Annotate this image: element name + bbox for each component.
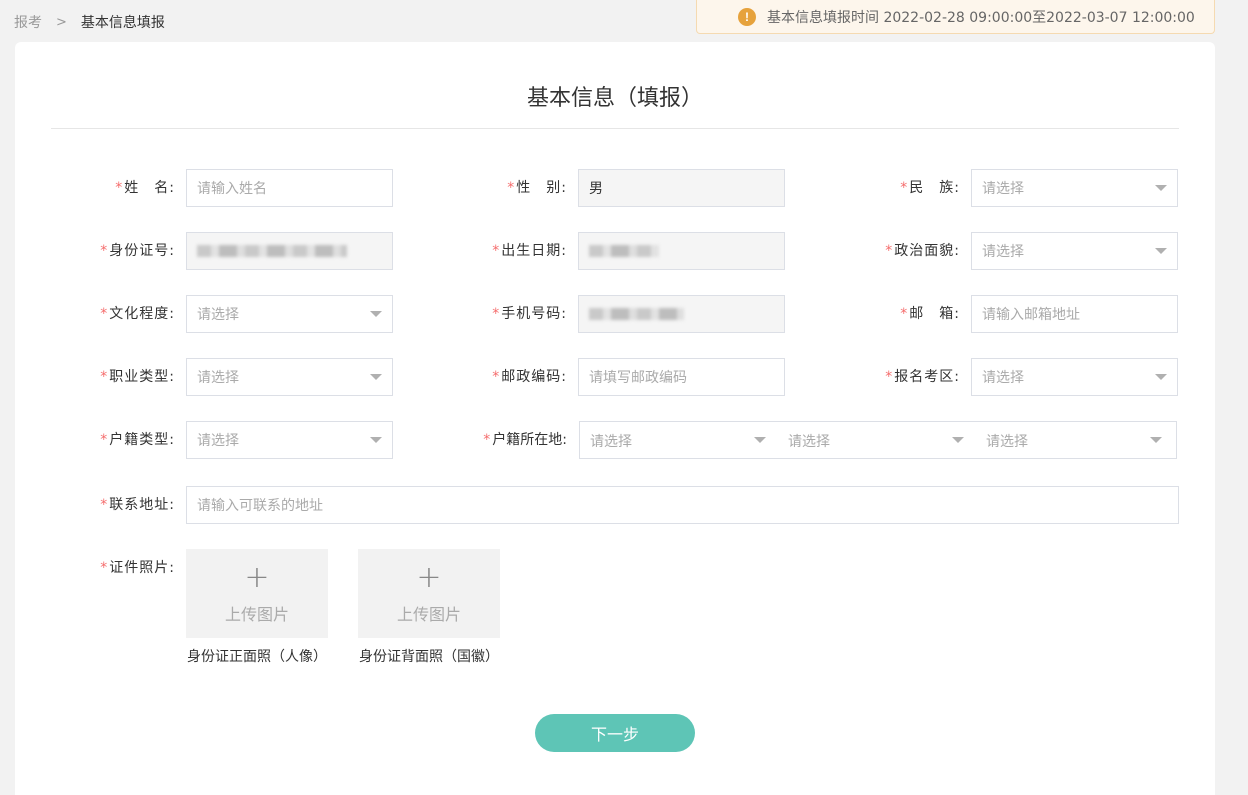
address-label: * 联系地址: bbox=[100, 497, 175, 513]
phone-field bbox=[578, 295, 785, 333]
upload-id-front-button[interactable]: + 上传图片 bbox=[186, 549, 328, 638]
email-input[interactable]: 请输入邮箱地址 bbox=[971, 295, 1178, 333]
id-photos-label: * 证件照片: bbox=[100, 560, 175, 576]
blurred-phone-number bbox=[589, 308, 684, 320]
occupation-label: * 职业类型: bbox=[100, 369, 175, 385]
chevron-down-icon bbox=[370, 374, 382, 380]
political-status-label: * 政治面貌: bbox=[885, 243, 960, 259]
notice-text: 基本信息填报时间 2022-02-28 09:00:00至2022-03-07 … bbox=[767, 9, 1195, 26]
political-status-select[interactable]: 请选择 bbox=[971, 232, 1178, 270]
ethnicity-label: * 民 族: bbox=[900, 180, 960, 196]
gender-label: * 性 别: bbox=[507, 180, 567, 196]
blurred-id-number bbox=[197, 245, 347, 257]
page-title: 基本信息（填报） bbox=[526, 86, 703, 111]
plus-icon: + bbox=[244, 559, 270, 595]
address-input[interactable]: 请输入可联系的地址 bbox=[186, 486, 1179, 524]
postal-code-input[interactable]: 请填写邮政编码 bbox=[578, 358, 785, 396]
name-label: * 姓 名: bbox=[115, 180, 175, 196]
email-label: * 邮 箱: bbox=[900, 306, 960, 322]
chevron-down-icon bbox=[370, 437, 382, 443]
district-select[interactable]: 请选择 bbox=[986, 422, 1172, 460]
chevron-down-icon bbox=[1155, 374, 1167, 380]
next-step-button[interactable]: 下一步 bbox=[535, 714, 695, 752]
warning-icon: ! bbox=[738, 7, 756, 26]
phone-label: * 手机号码: bbox=[492, 306, 567, 322]
title-divider bbox=[51, 128, 1179, 129]
postal-code-label: * 邮政编码: bbox=[492, 369, 567, 385]
id-back-caption: 身份证背面照（国徽） bbox=[359, 649, 499, 665]
birth-date-label: * 出生日期: bbox=[492, 243, 567, 259]
chevron-down-icon bbox=[370, 311, 382, 317]
household-type-select[interactable]: 请选择 bbox=[186, 421, 393, 459]
province-select[interactable]: 请选择 bbox=[590, 422, 776, 460]
exam-area-label: * 报名考区: bbox=[885, 369, 960, 385]
chevron-down-icon bbox=[1150, 437, 1162, 443]
chevron-down-icon bbox=[754, 437, 766, 443]
birth-date-field bbox=[578, 232, 785, 270]
exam-area-select[interactable]: 请选择 bbox=[971, 358, 1178, 396]
upload-id-back-button[interactable]: + 上传图片 bbox=[358, 549, 500, 638]
education-label: * 文化程度: bbox=[100, 306, 175, 322]
household-location-cascader: 请选择 请选择 请选择 bbox=[579, 421, 1177, 459]
breadcrumb-current: 基本信息填报 bbox=[80, 15, 165, 31]
gender-field: 男 bbox=[578, 169, 785, 207]
occupation-select[interactable]: 请选择 bbox=[186, 358, 393, 396]
breadcrumb-separator: > bbox=[56, 14, 67, 30]
name-input[interactable]: 请输入姓名 bbox=[186, 169, 393, 207]
id-number-label: * 身份证号: bbox=[100, 243, 175, 259]
form-card: 基本信息（填报） * 姓 名: 请输入姓名 * 性 别: 男 * 民 族: 请选择 *… bbox=[15, 42, 1215, 795]
id-front-caption: 身份证正面照（人像） bbox=[187, 649, 327, 665]
chevron-down-icon bbox=[952, 437, 964, 443]
plus-icon: + bbox=[416, 559, 442, 595]
education-select[interactable]: 请选择 bbox=[186, 295, 393, 333]
id-number-field bbox=[186, 232, 393, 270]
chevron-down-icon bbox=[1155, 248, 1167, 254]
time-notice-banner: ! 基本信息填报时间 2022-02-28 09:00:00至2022-03-0… bbox=[696, 0, 1215, 34]
blurred-birth-date bbox=[589, 245, 659, 257]
city-select[interactable]: 请选择 bbox=[788, 422, 974, 460]
household-type-label: * 户籍类型: bbox=[100, 432, 175, 448]
household-location-label: * 户籍所在地: bbox=[483, 432, 567, 448]
breadcrumb-link-exam[interactable]: 报考 bbox=[14, 12, 42, 32]
ethnicity-select[interactable]: 请选择 bbox=[971, 169, 1178, 207]
chevron-down-icon bbox=[1155, 185, 1167, 191]
breadcrumb: 报考 > 基本信息填报 bbox=[14, 12, 165, 32]
